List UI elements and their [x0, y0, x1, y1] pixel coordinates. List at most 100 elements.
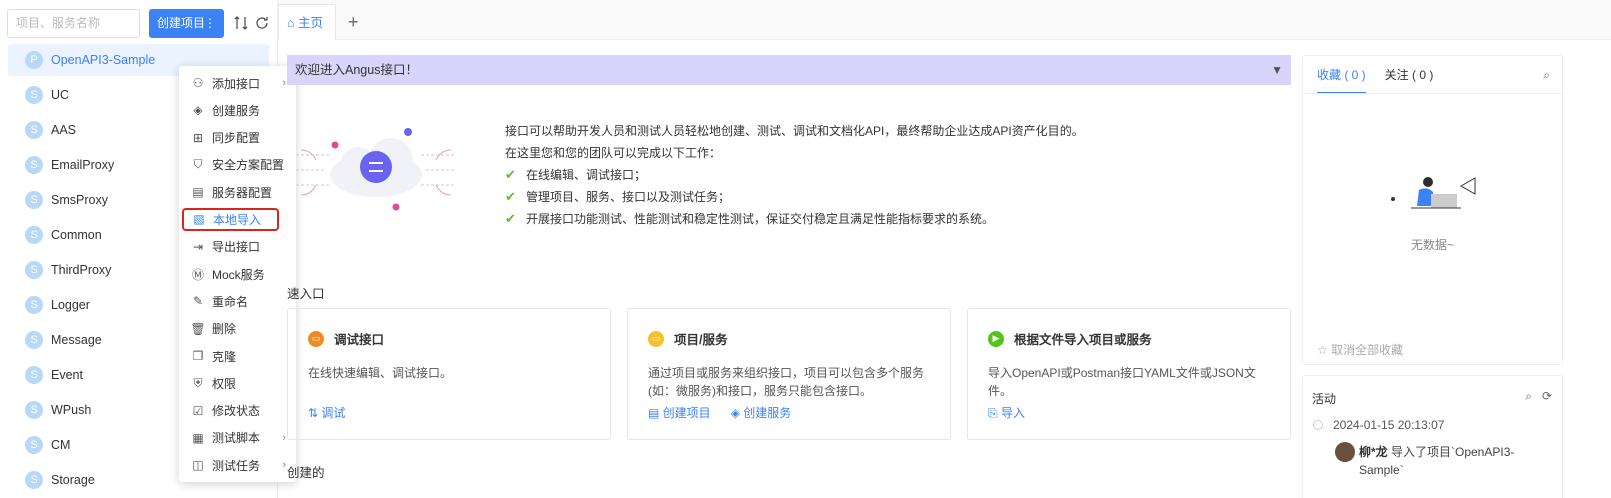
empty-text: 无数据~ — [1410, 238, 1454, 252]
menu-item-sync-config[interactable]: ⊞ 同步配置 — [183, 126, 292, 150]
menu-item-label: 克隆 — [212, 349, 237, 364]
delete-icon: 🗑 — [190, 321, 206, 336]
tab-home[interactable]: ⌂ 主页 — [278, 4, 336, 40]
project-avatar: S — [25, 121, 43, 139]
create-project-label: 创建项目 — [157, 16, 206, 30]
menu-item-test-script[interactable]: ▦ 测试脚本 › — [183, 426, 292, 450]
cloud-illustration — [296, 128, 456, 211]
activity-time: 2024-01-15 20:13:07 — [1333, 418, 1445, 432]
project-icon: ▭ — [648, 330, 664, 347]
search-icon[interactable]: ⌕ — [1543, 68, 1550, 83]
tab-home-label: 主页 — [298, 16, 324, 30]
menu-item-label: 测试脚本 — [212, 431, 261, 446]
security-scheme-icon: ⛉ — [193, 157, 203, 172]
menu-item-rename[interactable]: ✎ 重命名 — [183, 289, 292, 313]
create-service-icon: ◈ — [193, 103, 203, 118]
check-icon: ✔ — [505, 167, 516, 182]
refresh-icon[interactable]: ⟳ — [1542, 389, 1552, 403]
create-service-link[interactable]: ◈ 创建服务 — [731, 404, 792, 421]
chevron-right-icon: › — [282, 431, 286, 444]
project-avatar: S — [25, 226, 43, 244]
sidebar-item-label: OpenAPI3-Sample — [51, 53, 156, 67]
sort-icon[interactable] — [233, 15, 249, 31]
sidebar-item-label: AAS — [51, 123, 77, 137]
search-input[interactable]: 项目、服务名称 — [7, 9, 140, 38]
menu-item-security-scheme[interactable]: ⛉ 安全方案配置 — [183, 153, 292, 177]
sidebar-item-label: WPush — [51, 403, 92, 417]
intro-line-2: 在这里您和您的团队可以完成以下工作： — [505, 146, 722, 160]
timeline-dot — [1313, 420, 1323, 430]
sync-config-icon: ⊞ — [192, 130, 204, 145]
menu-item-export-api[interactable]: ⇥ 导出接口 — [183, 235, 292, 259]
add-api-icon: ⚇ — [192, 76, 204, 90]
menu-item-clone[interactable]: ❐ 克隆 — [183, 344, 292, 368]
intro-text: 接口可以帮助开发人员和测试人员轻松地创建、测试、调试和文档化API，最终帮助企业… — [505, 120, 1084, 230]
activity-title: 活动 — [1312, 392, 1337, 406]
clone-icon: ❐ — [192, 349, 204, 363]
sidebar-item-label: Logger — [51, 298, 90, 312]
card-import-file: ▶ 根据文件导入项目或服务 导入OpenAPI或Postman接口YAML文件或J… — [967, 308, 1291, 440]
mock-service-icon: Ⓜ — [191, 267, 204, 282]
import-link[interactable]: ⎘ 导入 — [988, 404, 1025, 421]
more-icon[interactable]: ⋮ — [204, 9, 216, 38]
recent-created-title: 创建的 — [287, 466, 325, 480]
menu-item-label: 修改状态 — [212, 404, 261, 419]
menu-item-label: 同步配置 — [212, 131, 261, 146]
menu-item-label: 导出接口 — [212, 240, 261, 255]
collapse-icon[interactable]: ▼ — [1271, 55, 1283, 85]
card-debug-api: ▭ 调试接口 在线快速编辑、调试接口。 ⇅ 调试 — [287, 308, 611, 440]
menu-item-permission[interactable]: ⛨ 权限 — [183, 371, 292, 395]
menu-item-mock-service[interactable]: Ⓜ Mock服务 — [183, 262, 292, 286]
tab-favorites[interactable]: 收藏 ( 0 ) — [1317, 66, 1366, 94]
cancel-all-label: 取消全部收藏 — [1331, 343, 1404, 357]
menu-item-modify-status[interactable]: ☑ 修改状态 — [183, 399, 292, 423]
local-import-icon: ▧ — [193, 212, 205, 226]
menu-item-label: 重命名 — [212, 294, 249, 309]
search-icon[interactable]: ⌕ — [1525, 389, 1532, 404]
menu-item-add-api[interactable]: ⚇ 添加接口 › — [183, 71, 292, 95]
activity-text: 柳*龙 导入了项目`OpenAPI3-Sample` — [1359, 443, 1559, 479]
sidebar-item-label: Event — [51, 368, 83, 382]
card-title: 项目/服务 — [674, 333, 728, 347]
sidebar-item-label: Message — [51, 333, 102, 347]
card-title: 根据文件导入项目或服务 — [1014, 333, 1152, 347]
add-tab-button[interactable]: + — [348, 12, 359, 33]
card-title: 调试接口 — [334, 333, 385, 347]
create-project-link-label: 创建项目 — [662, 406, 711, 420]
activity-user: 柳*龙 — [1359, 445, 1388, 459]
menu-item-local-import[interactable]: ▧ 本地导入 — [182, 207, 279, 231]
menu-item-server-config[interactable]: ▤ 服务器配置 — [183, 180, 292, 204]
menu-item-label: 服务器配置 — [212, 185, 273, 200]
sidebar-item-label: CM — [51, 438, 71, 452]
card-desc: 在线快速编辑、调试接口。 — [308, 366, 453, 380]
menu-item-test-task[interactable]: ◫ 测试任务 › — [183, 453, 292, 477]
sidebar-item-label: Common — [51, 228, 102, 242]
modify-status-icon: ☑ — [192, 403, 204, 418]
sidebar-item-label: Storage — [51, 473, 95, 487]
import-file-icon: ▶ — [988, 330, 1004, 347]
favorites-panel: 收藏 ( 0 ) 关注 ( 0 ) ⌕ 无数据~ ☆ 取消全部收藏 — [1302, 55, 1563, 365]
menu-item-delete[interactable]: 🗑 删除 — [183, 317, 292, 341]
create-project-link[interactable]: ▤ 创建项目 — [648, 404, 711, 421]
card-desc: 通过项目或服务来组织接口，项目可以包含多个服务(如：微服务)和接口，服务只能包含… — [648, 366, 925, 398]
menu-item-create-service[interactable]: ◈ 创建服务 — [183, 98, 292, 122]
sidebar-item-label: ThirdProxy — [51, 263, 112, 277]
activity-panel: 活动 ⌕ ⟳ 2024-01-15 20:13:07 柳*龙 导入了项目`Ope… — [1302, 375, 1563, 498]
cancel-all-favorites[interactable]: ☆ 取消全部收藏 — [1317, 341, 1403, 358]
permission-icon: ⛨ — [193, 375, 203, 390]
project-avatar: S — [25, 471, 43, 489]
tab-follows[interactable]: 关注 ( 0 ) — [1385, 66, 1434, 94]
debug-icon: ▭ — [308, 330, 324, 347]
refresh-icon[interactable] — [254, 15, 270, 31]
chevron-right-icon: › — [282, 77, 286, 89]
project-avatar: S — [25, 261, 43, 279]
debug-link[interactable]: ⇅ 调试 — [308, 404, 345, 421]
create-project-button[interactable]: 创建项目 ⋮ — [149, 9, 224, 38]
check-icon: ✔ — [505, 211, 516, 226]
menu-item-label: 本地导入 — [213, 212, 262, 227]
project-avatar: S — [25, 86, 43, 104]
menu-item-label: 权限 — [212, 376, 237, 391]
import-link-label: 导入 — [1000, 406, 1025, 420]
export-api-icon: ⇥ — [192, 239, 204, 254]
intro-bullet: 开展接口功能测试、性能测试和稳定性测试，保证交付稳定且满足性能指标要求的系统。 — [526, 212, 995, 226]
